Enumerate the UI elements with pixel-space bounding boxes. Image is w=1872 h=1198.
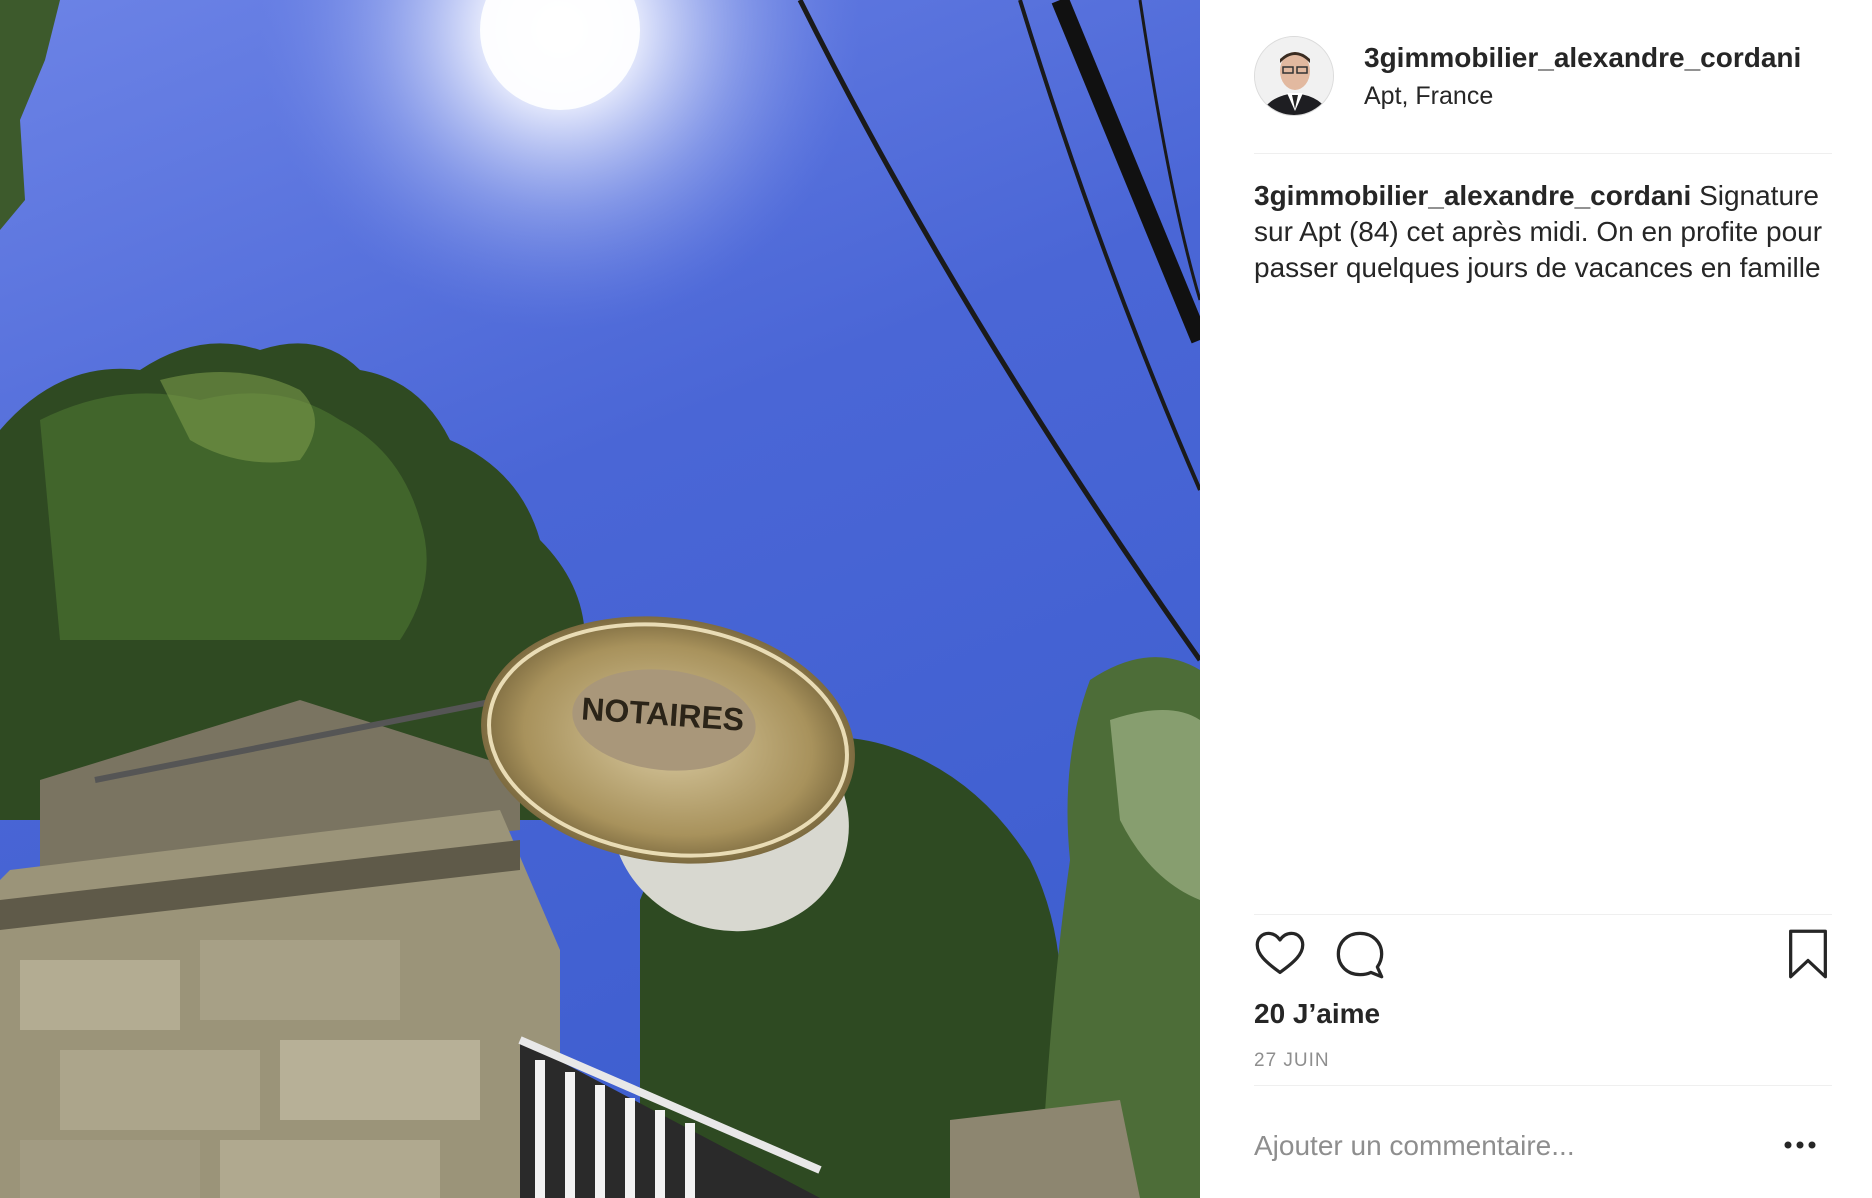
bookmark-icon — [1789, 929, 1827, 979]
heart-icon — [1255, 931, 1305, 975]
post-date[interactable]: 27 JUIN — [1254, 1050, 1330, 1072]
actions-divider — [1254, 914, 1832, 915]
comment-icon — [1336, 931, 1384, 979]
post-header: 3gimmobilier_alexandre_cordani Apt, Fran… — [1254, 36, 1834, 120]
profile-photo-icon — [1255, 37, 1333, 115]
likes-count[interactable]: 20 J’aime — [1254, 998, 1380, 1030]
more-options-button[interactable] — [1778, 1130, 1822, 1160]
post-sidebar: 3gimmobilier_alexandre_cordani Apt, Fran… — [1200, 0, 1872, 1198]
post-photo[interactable]: NOTAIRES — [0, 0, 1200, 1198]
comment-input[interactable] — [1254, 1124, 1754, 1168]
caption-username[interactable]: 3gimmobilier_alexandre_cordani — [1254, 180, 1691, 211]
post-actions — [1254, 928, 1834, 984]
header-divider — [1254, 153, 1832, 154]
like-button[interactable] — [1254, 928, 1306, 980]
post-photo-illustration: NOTAIRES — [0, 0, 1200, 1198]
avatar[interactable] — [1254, 36, 1334, 116]
post-caption: 3gimmobilier_alexandre_cordani Signature… — [1254, 178, 1834, 286]
comment-button[interactable] — [1334, 928, 1386, 980]
comment-divider — [1254, 1085, 1832, 1086]
post-username[interactable]: 3gimmobilier_alexandre_cordani — [1364, 42, 1801, 74]
post-location[interactable]: Apt, France — [1364, 82, 1493, 111]
more-options-icon — [1784, 1141, 1816, 1149]
save-button[interactable] — [1782, 928, 1834, 980]
